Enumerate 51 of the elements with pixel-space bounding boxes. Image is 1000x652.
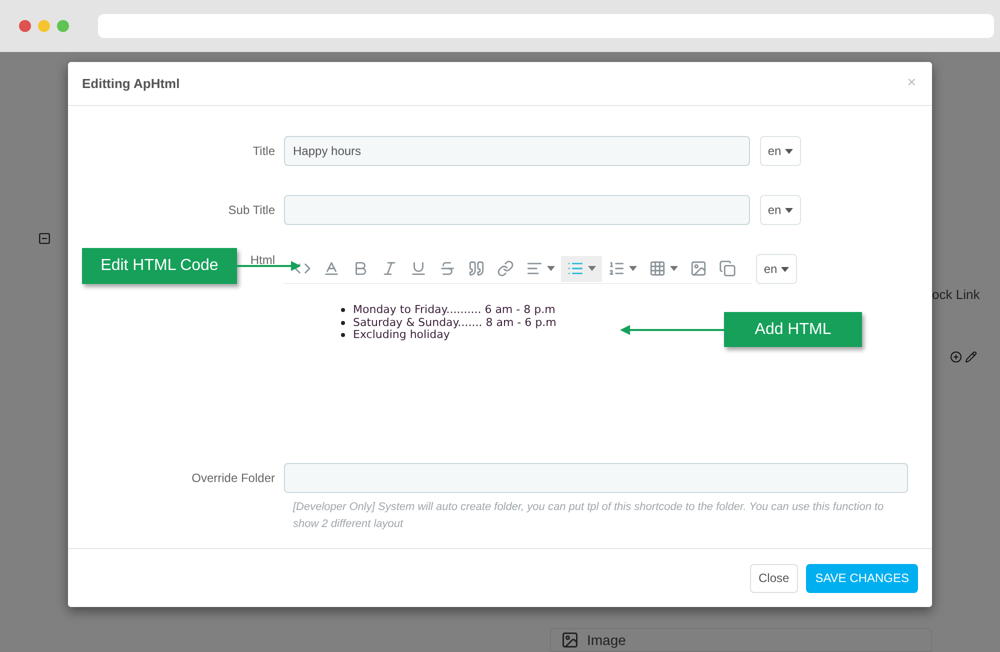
close-dialog-button[interactable]: Close: [750, 564, 798, 592]
text-field[interactable]: Happy hours: [284, 136, 750, 166]
link-icon: [497, 260, 514, 277]
editor-content[interactable]: Monday to Friday.......... 6 am - 8 p.m Saturday & Sunday....... 8 am - 6 p.m Excluding holiday: [341, 304, 556, 342]
text-field[interactable]: [284, 462, 908, 492]
help-text: [Developer Only] System will auto create folder, you can put tpl of this shortcode to the folder. You can use this function to show 2 different layout: [293, 500, 885, 532]
modal-title: Editting ApHtml: [82, 74, 180, 93]
edit-icon[interactable]: [965, 350, 977, 362]
list-item: Excluding holiday: [353, 329, 450, 342]
bullet-list-icon: [567, 260, 584, 277]
caret-icon: [588, 266, 596, 271]
close-window-icon[interactable]: [19, 20, 31, 32]
strikethrough-icon: [439, 260, 456, 277]
copy-icon: [719, 260, 736, 277]
caret-icon: [785, 148, 794, 154]
table-icon: [649, 260, 666, 277]
block-title: ock Link: [932, 286, 981, 304]
add-icon[interactable]: [950, 350, 962, 362]
field-label: Html: [250, 254, 275, 266]
bullet-icon: [341, 333, 345, 338]
collapse-icon[interactable]: [38, 232, 51, 245]
underline-icon: [410, 260, 427, 277]
caret-icon: [670, 266, 678, 271]
text-field[interactable]: [284, 195, 750, 225]
maximize-window-icon[interactable]: [57, 20, 69, 32]
italic-icon: [381, 260, 398, 277]
caret-icon: [547, 266, 555, 271]
quote-icon: [468, 260, 485, 277]
language-dropdown[interactable]: en: [760, 136, 801, 166]
caret-icon: [781, 266, 790, 272]
bullet-icon: [341, 320, 345, 325]
font-color-icon: [323, 260, 340, 277]
field-label: Override Folder: [190, 470, 276, 486]
block-title: Image: [587, 630, 626, 650]
toolbar-button[interactable]: [561, 256, 602, 282]
field-label: Sub Title: [227, 202, 276, 219]
image-icon: [561, 631, 579, 649]
list-item: Monday to Friday.......... 6 am - 8 p.m: [353, 304, 556, 316]
bullet-icon: [341, 308, 345, 312]
numbered-list-icon: [608, 260, 625, 277]
language-dropdown[interactable]: en: [760, 195, 801, 225]
field-label: Title: [252, 143, 276, 160]
callout-label: Edit HTML Code: [82, 248, 237, 284]
arrow-icon: [620, 324, 724, 334]
list-item: Saturday & Sunday....... 8 am - 6 p.m: [353, 316, 556, 329]
caret-icon: [785, 208, 794, 212]
language-dropdown[interactable]: en: [756, 254, 797, 284]
align-icon: [526, 260, 543, 277]
image-icon: [690, 260, 707, 277]
caret-icon: [629, 266, 637, 271]
callout-label: Add HTML: [724, 312, 862, 347]
